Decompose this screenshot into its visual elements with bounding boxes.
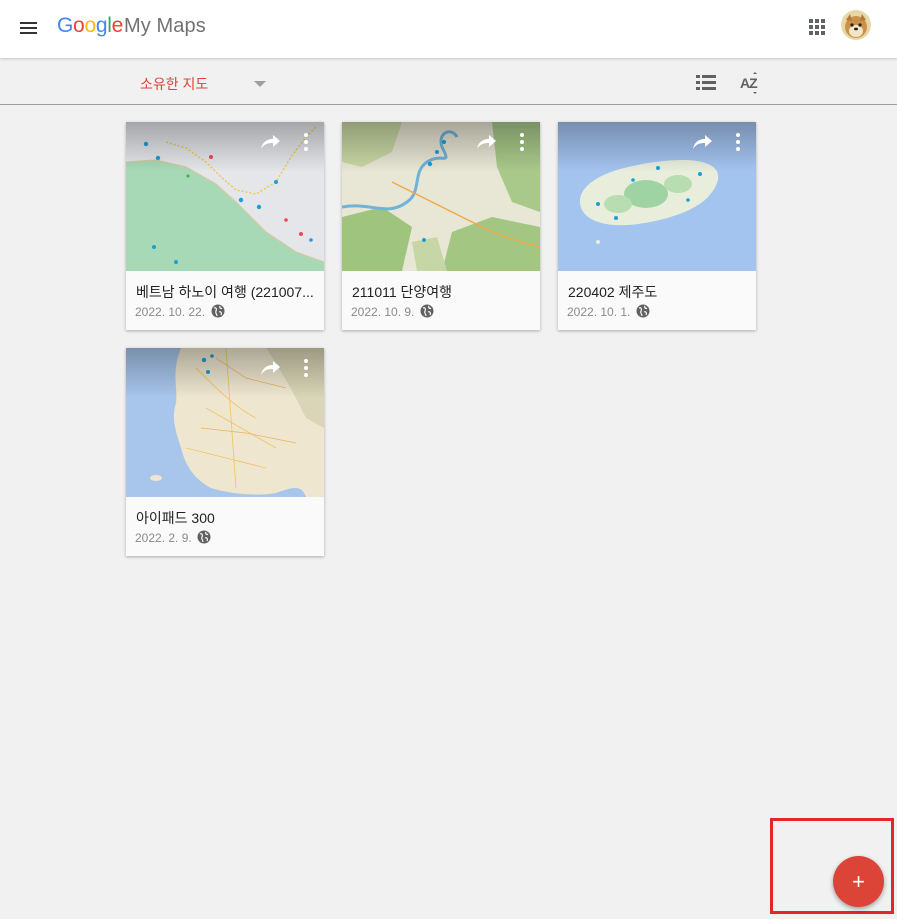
map-date: 2022. 10. 9. (351, 305, 415, 319)
hamburger-menu-icon[interactable] (14, 13, 44, 43)
list-view-icon[interactable] (696, 75, 716, 91)
map-date: 2022. 2. 9. (135, 531, 192, 545)
public-globe-icon (197, 530, 211, 544)
logo-letter-o2: o (84, 14, 96, 37)
logo-letter-g2: g (95, 14, 108, 37)
thumbnail-shade (126, 348, 324, 398)
more-options-icon[interactable] (298, 357, 314, 379)
share-arrow-icon[interactable] (692, 132, 714, 152)
map-card[interactable]: 220402 제주도 2022. 10. 1. (558, 122, 756, 330)
map-title: 211011 단양여행 (352, 284, 453, 300)
public-globe-icon (420, 304, 434, 318)
map-date: 2022. 10. 1. (567, 305, 631, 319)
map-title: 220402 제주도 (568, 284, 658, 300)
more-options-icon[interactable] (298, 131, 314, 153)
map-card[interactable]: 베트남 하노이 여행 (221007... 2022. 10. 22. (126, 122, 324, 330)
google-apps-grid-icon[interactable] (806, 16, 828, 38)
map-thumbnail-korea[interactable] (126, 348, 324, 497)
owner-filter-dropdown[interactable]: 소유한 지도 (140, 74, 270, 96)
map-title: 베트남 하노이 여행 (221007... (136, 284, 314, 300)
map-thumbnail-vietnam[interactable] (126, 122, 324, 271)
map-card[interactable]: 211011 단양여행 2022. 10. 9. (342, 122, 540, 330)
sort-az-icon[interactable]: AZ (739, 72, 763, 94)
dropdown-caret-icon (254, 81, 266, 87)
public-globe-icon (636, 304, 650, 318)
owner-filter-label: 소유한 지도 (140, 76, 209, 92)
share-arrow-icon[interactable] (260, 132, 282, 152)
map-date: 2022. 10. 22. (135, 305, 206, 319)
logo-letter-o1: o (73, 14, 85, 37)
thumbnail-shade (342, 122, 540, 172)
share-arrow-icon[interactable] (476, 132, 498, 152)
map-title: 아이패드 300 (136, 510, 215, 526)
app-header: Google My Maps (0, 0, 897, 58)
create-map-plus-icon: + (852, 869, 865, 894)
create-map-button[interactable]: + (833, 856, 884, 907)
public-globe-icon (211, 304, 225, 318)
map-card[interactable]: 아이패드 300 2022. 2. 9. (126, 348, 324, 556)
logo-letter-e: e (111, 14, 124, 37)
thumbnail-shade (126, 122, 324, 172)
share-arrow-icon[interactable] (260, 358, 282, 378)
logo-letter-g: G (57, 14, 74, 37)
more-options-icon[interactable] (514, 131, 530, 153)
app-name: My Maps (123, 15, 206, 37)
maps-toolbar: 소유한 지도 AZ (0, 58, 897, 105)
user-avatar[interactable] (841, 10, 871, 40)
map-thumbnail-jeju[interactable] (558, 122, 756, 271)
map-thumbnail-danyang[interactable] (342, 122, 540, 271)
my-maps-logo[interactable]: Google My Maps (57, 14, 206, 42)
thumbnail-shade (558, 122, 756, 172)
more-options-icon[interactable] (730, 131, 746, 153)
